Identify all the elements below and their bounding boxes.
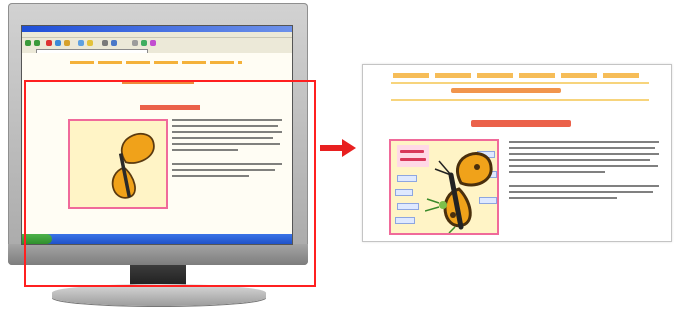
diagram-label <box>395 189 413 196</box>
divider <box>391 99 649 101</box>
divider <box>391 82 649 84</box>
search-icon <box>78 40 84 46</box>
stop-icon <box>46 40 52 46</box>
arrow-right-icon <box>320 139 356 157</box>
favorites-icon <box>87 40 93 46</box>
diagram-label <box>397 203 419 210</box>
butterfly-diagram <box>389 139 499 235</box>
page-body-text <box>509 141 659 203</box>
print-icon <box>102 40 108 46</box>
browser-toolbar <box>22 38 292 48</box>
page-nav-links <box>70 61 242 64</box>
page-nav-links <box>393 73 643 78</box>
forward-icon <box>34 40 40 46</box>
back-icon <box>25 40 31 46</box>
diagram-label <box>397 175 417 182</box>
toolbar-icon <box>141 40 147 46</box>
home-icon <box>64 40 70 46</box>
toolbar-icon <box>150 40 156 46</box>
mail-icon <box>111 40 117 46</box>
printed-page-preview <box>362 64 672 242</box>
toolbar-icon <box>132 40 138 46</box>
monitor-stand-base <box>52 284 266 306</box>
page-headline <box>471 120 571 127</box>
refresh-icon <box>55 40 61 46</box>
butterfly-icon <box>425 152 493 233</box>
print-area-frame <box>24 80 316 287</box>
page-site-name <box>451 88 561 93</box>
diagram-label <box>395 217 415 224</box>
